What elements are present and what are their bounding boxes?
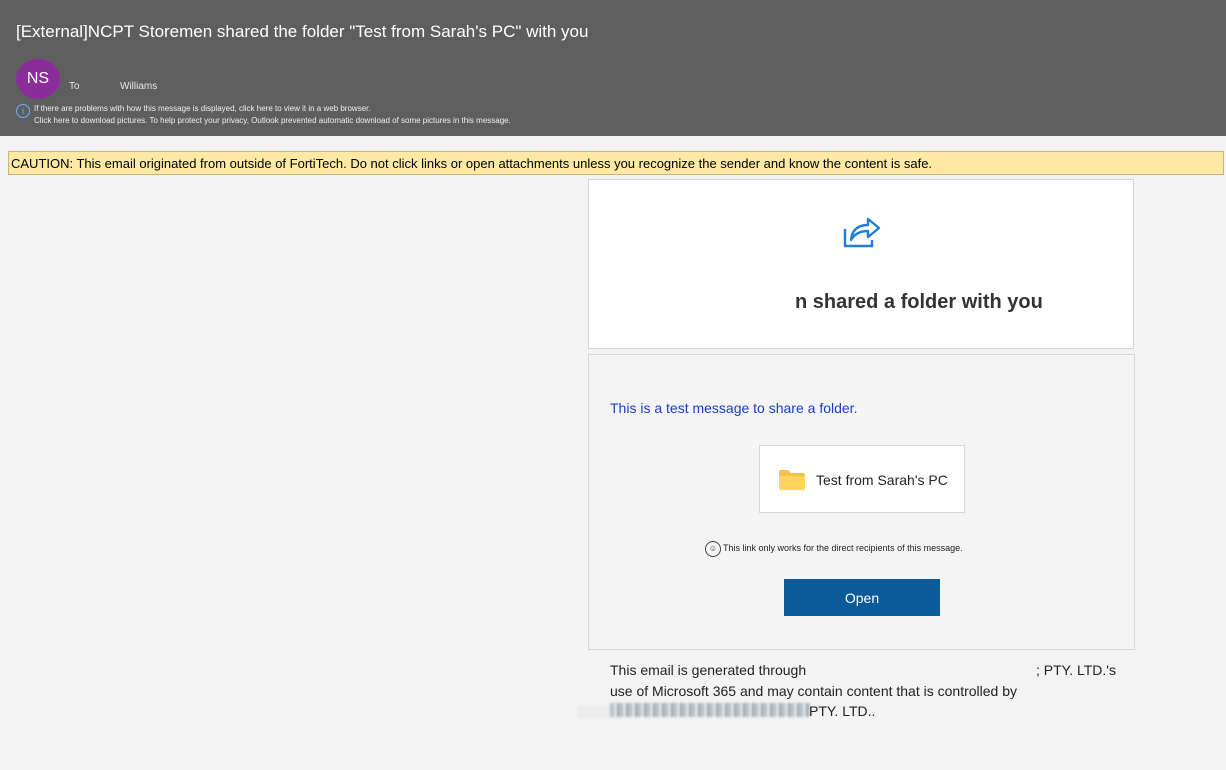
people-icon: ☺ [705,541,721,557]
share-header-card: n shared a folder with you [588,179,1134,349]
share-icon [843,217,881,248]
shared-folder-tile[interactable]: Test from Sarah's PC [759,445,965,513]
footer-line-1-end: ; PTY. LTD.'s [1036,662,1116,678]
to-label: To [69,81,80,92]
folder-icon [779,470,805,490]
share-message: This is a test message to share a folder… [610,400,858,416]
redacted-text [830,665,1040,677]
view-in-browser-link[interactable]: If there are problems with how this mess… [34,104,371,113]
message-subject: [External]NCPT Storemen shared the folde… [16,22,589,41]
recipients-note: This link only works for the direct reci… [723,543,963,553]
shared-heading: n shared a folder with you [795,291,1043,313]
sender-avatar[interactable]: NS [16,59,60,99]
folder-name[interactable]: Test from Sarah's PC [816,472,948,488]
message-header: [External]NCPT Storemen shared the folde… [0,0,1226,136]
download-pictures-link[interactable]: Click here to download pictures. To help… [34,116,511,125]
redacted-text [610,703,810,717]
info-icon: i [16,104,30,118]
footer-line-2: use of Microsoft 365 and may contain con… [610,683,1018,699]
footer-line-1-start: This email is generated through [610,662,807,678]
share-content-card: This is a test message to share a folder… [588,354,1135,650]
open-button[interactable]: Open [784,579,940,616]
caution-banner: CAUTION: This email originated from outs… [8,151,1224,175]
recipient-name[interactable]: Williams [120,81,157,92]
footer-line-3-end: PTY. LTD.. [809,703,876,719]
